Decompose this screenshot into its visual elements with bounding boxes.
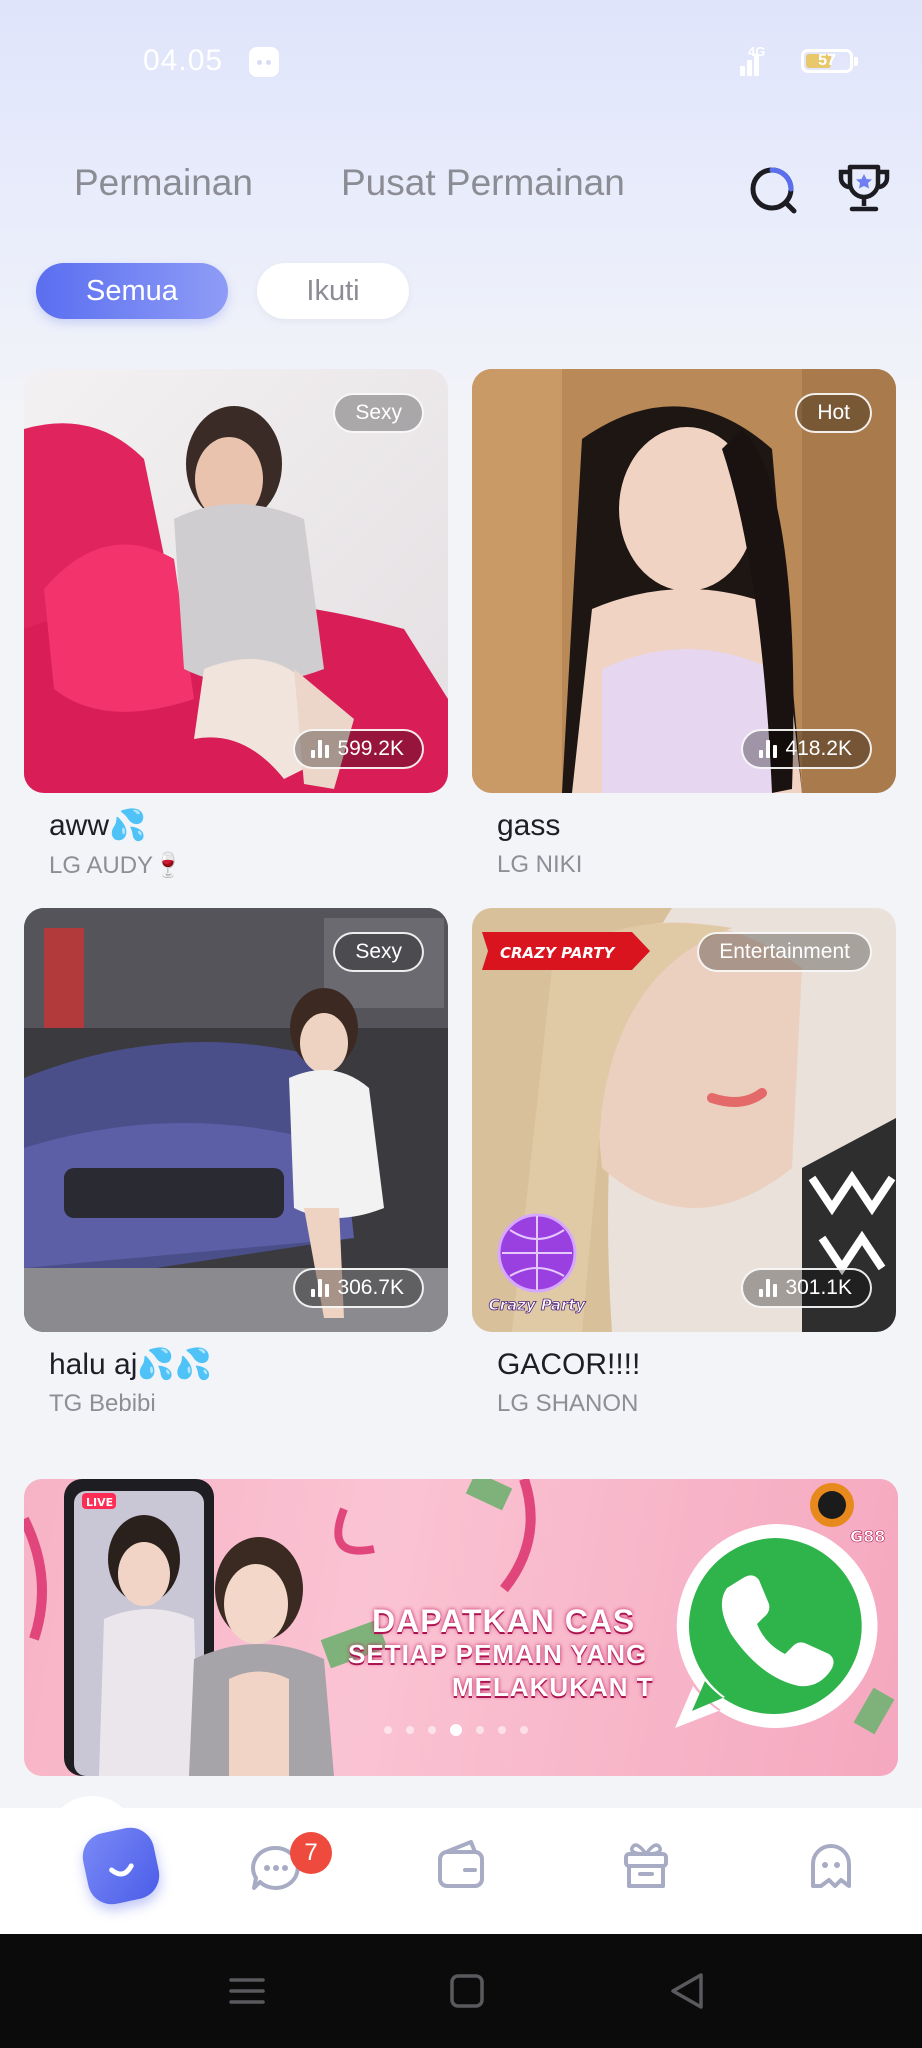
stream-thumbnail: Hot 418.2K xyxy=(472,369,896,793)
stream-card[interactable]: Sexy 306.7K halu aj💦💦 TG Bebibi xyxy=(24,908,448,1418)
svg-text:Crazy Party: Crazy Party xyxy=(489,1296,587,1314)
system-home-button[interactable] xyxy=(437,1964,497,2018)
crazy-party-banner: CRAZY PARTY xyxy=(482,932,650,970)
category-tag: Sexy xyxy=(333,393,424,433)
whatsapp-icon xyxy=(675,1523,878,1728)
profile-icon xyxy=(811,1844,851,1888)
svg-text:CRAZY PARTY: CRAZY PARTY xyxy=(500,944,616,962)
system-nav-bar xyxy=(0,1934,922,2048)
leaderboard-button[interactable] xyxy=(836,161,892,217)
nav-home[interactable] xyxy=(30,1808,164,1934)
filter-following-chip[interactable]: Ikuti xyxy=(257,263,409,319)
search-button[interactable] xyxy=(744,161,800,217)
crazy-party-badge: Crazy Party xyxy=(488,1213,587,1314)
host-name: LG AUDY🍷 xyxy=(49,852,183,879)
svg-text:LIVE: LIVE xyxy=(86,1496,113,1509)
viewers-icon xyxy=(759,1279,778,1297)
home-square-icon xyxy=(450,1974,484,2008)
viewers-icon xyxy=(311,740,330,758)
back-icon xyxy=(671,1973,703,2009)
category-tag: Hot xyxy=(795,393,872,433)
nav-gift[interactable] xyxy=(586,1808,706,1934)
nav-wallet[interactable] xyxy=(401,1808,521,1934)
stream-thumbnail: CRAZY PARTY Crazy Party Entertainment 30… xyxy=(472,908,896,1332)
search-icon xyxy=(750,167,797,214)
viewer-count-value: 301.1K xyxy=(785,1276,852,1299)
status-bar: 04.05 4G 57 xyxy=(0,0,922,120)
viewer-count: 418.2K xyxy=(741,729,872,769)
filter-all-chip[interactable]: Semua xyxy=(36,263,228,319)
nav-profile[interactable] xyxy=(771,1808,891,1934)
stream-thumbnail: Sexy 599.2K xyxy=(24,369,448,793)
stream-card[interactable]: Sexy 599.2K aww💦 LG AUDY🍷 xyxy=(24,369,448,880)
stream-title: gass xyxy=(497,809,561,842)
battery-level: 57 xyxy=(818,52,836,69)
bottom-nav: 7 xyxy=(0,1796,922,1934)
tab-pusat-permainan[interactable]: Pusat Permainan xyxy=(341,162,625,204)
gift-icon xyxy=(624,1843,668,1888)
stream-card[interactable]: CRAZY PARTY Crazy Party Entertainment 30… xyxy=(472,908,896,1418)
carousel-indicator xyxy=(384,1724,528,1736)
viewers-icon xyxy=(311,1279,330,1297)
menu-icon xyxy=(229,1978,265,2004)
viewer-count-value: 306.7K xyxy=(337,1276,404,1299)
status-time: 04.05 xyxy=(143,44,224,77)
app-notification-icon xyxy=(249,47,279,77)
viewer-count: 599.2K xyxy=(293,729,424,769)
category-tag: Sexy xyxy=(333,932,424,972)
stream-title: aww💦 xyxy=(49,809,147,842)
battery-icon: 57 xyxy=(801,49,858,73)
host-name: LG NIKI xyxy=(497,851,583,878)
unread-badge: 7 xyxy=(290,1832,332,1874)
signal-icon: 4G xyxy=(738,44,772,76)
stream-title: GACOR!!!! xyxy=(497,1348,641,1381)
viewer-count-value: 418.2K xyxy=(785,737,852,760)
whatsapp-button[interactable] xyxy=(665,1516,885,1736)
viewers-icon xyxy=(759,740,778,758)
stream-title: halu aj💦💦 xyxy=(49,1348,213,1381)
recent-apps-button[interactable] xyxy=(217,1964,277,2018)
viewer-count-value: 599.2K xyxy=(337,737,404,760)
trophy-icon xyxy=(838,164,890,212)
viewer-count: 301.1K xyxy=(741,1268,872,1308)
stream-thumbnail: Sexy 306.7K xyxy=(24,908,448,1332)
host-name: LG SHANON xyxy=(497,1390,639,1417)
system-back-button[interactable] xyxy=(657,1964,717,2018)
host-name: TG Bebibi xyxy=(49,1390,156,1417)
viewer-count: 306.7K xyxy=(293,1268,424,1308)
category-tag: Entertainment xyxy=(697,932,872,972)
wallet-icon xyxy=(438,1840,484,1888)
home-icon xyxy=(78,1823,164,1909)
stream-card[interactable]: Hot 418.2K gass LG NIKI xyxy=(472,369,896,879)
tab-permainan[interactable]: Permainan xyxy=(74,162,253,204)
